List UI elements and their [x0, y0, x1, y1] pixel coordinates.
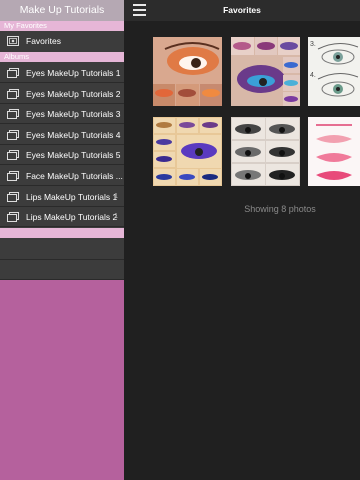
sidebar: Make Up Tutorials My Favorites Favorites… [0, 0, 124, 480]
photo-thumbnail[interactable] [153, 37, 222, 106]
album-stack-icon [7, 109, 19, 119]
sidebar-item-eyes-5[interactable]: Eyes MakeUp Tutorials 5 [0, 145, 124, 165]
album-stack-icon [7, 89, 19, 99]
sidebar-item-label: Lips MakeUp Tutorials 1 [26, 192, 118, 202]
section-header-favorites: My Favorites [0, 21, 124, 31]
photo-count-status: Showing 8 photos [244, 204, 316, 214]
sidebar-item-label: Eyes MakeUp Tutorials 3 [26, 109, 121, 119]
sidebar-item-label: Face MakeUp Tutorials ... [26, 171, 123, 181]
sidebar-item-label: Lips MakeUp Tutorials 2 [26, 212, 118, 222]
sidebar-item-eyes-4[interactable]: Eyes MakeUp Tutorials 4 [0, 125, 124, 145]
sidebar-item-label: Eyes MakeUp Tutorials 1 [26, 68, 121, 78]
photo-thumbnail[interactable] [231, 37, 300, 106]
sidebar-item-eyes-1[interactable]: Eyes MakeUp Tutorials 1 [0, 63, 124, 83]
app-title: Make Up Tutorials [0, 0, 124, 21]
photo-thumbnail[interactable] [153, 117, 222, 186]
album-stack-icon [7, 130, 19, 140]
section-divider [0, 228, 124, 238]
svg-text:4.: 4. [310, 72, 316, 79]
sidebar-item-favorites[interactable]: Favorites [0, 31, 124, 52]
album-count: 1 [114, 213, 118, 220]
top-bar: Favorites [124, 0, 360, 21]
sidebar-item-lips-2[interactable]: Lips MakeUp Tutorials 2 1 [0, 207, 124, 227]
album-count: 1 [114, 193, 118, 200]
photo-frame-icon [7, 36, 19, 46]
sidebar-item-label: Eyes MakeUp Tutorials 5 [26, 150, 121, 160]
sidebar-item-eyes-2[interactable]: Eyes MakeUp Tutorials 2 [0, 84, 124, 104]
section-header-albums: Albums [0, 52, 124, 62]
sidebar-item-label: Eyes MakeUp Tutorials 2 [26, 89, 121, 99]
page-title: Favorites [223, 5, 261, 15]
album-stack-icon [7, 212, 19, 222]
sidebar-item-lips-1[interactable]: Lips MakeUp Tutorials 1 1 [0, 187, 124, 207]
album-stack-icon [7, 68, 19, 78]
sidebar-item-face[interactable]: Face MakeUp Tutorials ... [0, 166, 124, 186]
album-stack-icon [7, 150, 19, 160]
album-stack-icon [7, 171, 19, 181]
main-panel: Favorites 3. 4. Showing 8 photos [124, 0, 360, 480]
photo-thumbnail[interactable] [231, 117, 300, 186]
photo-thumbnail[interactable]: 3. 4. [308, 37, 360, 106]
sidebar-item-label: Eyes MakeUp Tutorials 4 [26, 130, 121, 140]
photo-thumbnail[interactable] [308, 117, 360, 186]
svg-text:3.: 3. [310, 41, 316, 48]
sidebar-item-eyes-3[interactable]: Eyes MakeUp Tutorials 3 [0, 104, 124, 124]
sidebar-item-label: Favorites [26, 36, 61, 46]
album-stack-icon [7, 192, 19, 202]
